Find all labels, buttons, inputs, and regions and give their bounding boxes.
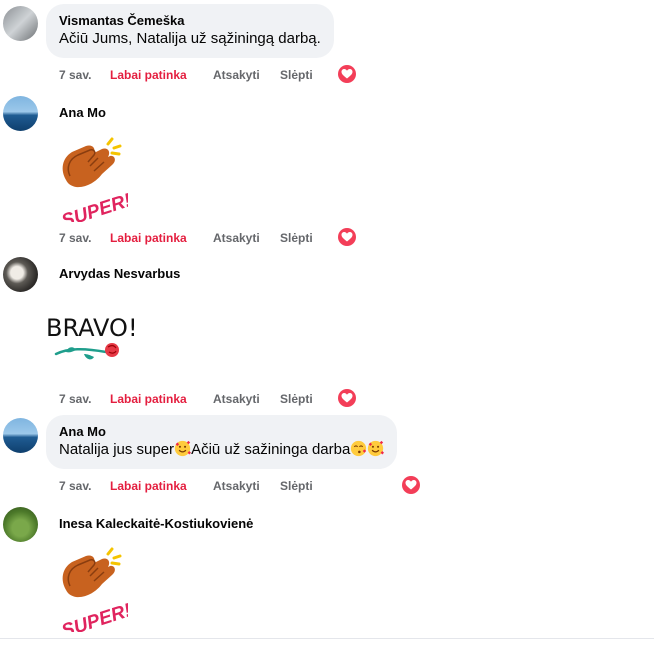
svg-text:BRAVO!: BRAVO! [46, 314, 138, 342]
comment-bubble: Ana Mo Natalija jus super Ačiū už sažinin… [46, 415, 398, 469]
comment-author[interactable]: Inesa Kaleckaitė-Kostiukovienė [59, 515, 253, 532]
face-blowing-kiss-emoji [351, 440, 367, 457]
like-button[interactable]: Labai patinka [110, 68, 187, 82]
heart-icon [402, 476, 420, 494]
like-button[interactable]: Labai patinka [110, 479, 187, 493]
reply-button[interactable]: Atsakyti [213, 392, 260, 406]
divider [0, 638, 654, 639]
heart-icon [338, 389, 356, 407]
bravo-sticker: BRAVO! [46, 314, 138, 360]
smiling-face-with-hearts-emoji [368, 440, 385, 457]
smiling-face-with-hearts-emoji [174, 440, 192, 457]
like-button[interactable]: Labai patinka [110, 231, 187, 245]
hide-button[interactable]: Slėpti [280, 231, 313, 245]
avatar[interactable] [3, 96, 38, 131]
avatar[interactable] [3, 507, 38, 542]
hide-button[interactable]: Slėpti [280, 479, 313, 493]
timestamp-link[interactable]: 7 sav. [59, 68, 91, 82]
comment-author[interactable]: Arvydas Nesvarbus [59, 265, 180, 282]
avatar[interactable] [3, 418, 38, 453]
reply-button[interactable]: Atsakyti [213, 479, 260, 493]
super-sticker [57, 137, 128, 222]
super-sticker [57, 547, 128, 632]
hide-button[interactable]: Slėpti [280, 68, 313, 82]
timestamp-link[interactable]: 7 sav. [59, 479, 91, 493]
comment-text: Ačiū Jums, Natalija už sąžiningą darbą. [59, 30, 321, 47]
like-button[interactable]: Labai patinka [110, 392, 187, 406]
timestamp-link[interactable]: 7 sav. [59, 231, 91, 245]
comment-bubble: Vismantas Čemeška Ačiū Jums, Natalija už… [46, 4, 334, 58]
reply-button[interactable]: Atsakyti [213, 231, 260, 245]
timestamp-link[interactable]: 7 sav. [59, 392, 91, 406]
comment-text-part: Ačiū už sažininga darba [191, 441, 351, 458]
comment-author[interactable]: Ana Mo [59, 423, 384, 440]
avatar[interactable] [3, 257, 38, 292]
comment-text: Natalija jus super Ačiū už sažininga darb… [59, 440, 385, 460]
reply-button[interactable]: Atsakyti [213, 68, 260, 82]
heart-icon [338, 65, 356, 83]
heart-icon [338, 228, 356, 246]
avatar[interactable] [3, 6, 38, 41]
hide-button[interactable]: Slėpti [280, 392, 313, 406]
comment-author[interactable]: Vismantas Čemeška [59, 12, 321, 29]
comment-author[interactable]: Ana Mo [59, 104, 106, 121]
comment-text-part: Natalija jus super [59, 441, 175, 458]
